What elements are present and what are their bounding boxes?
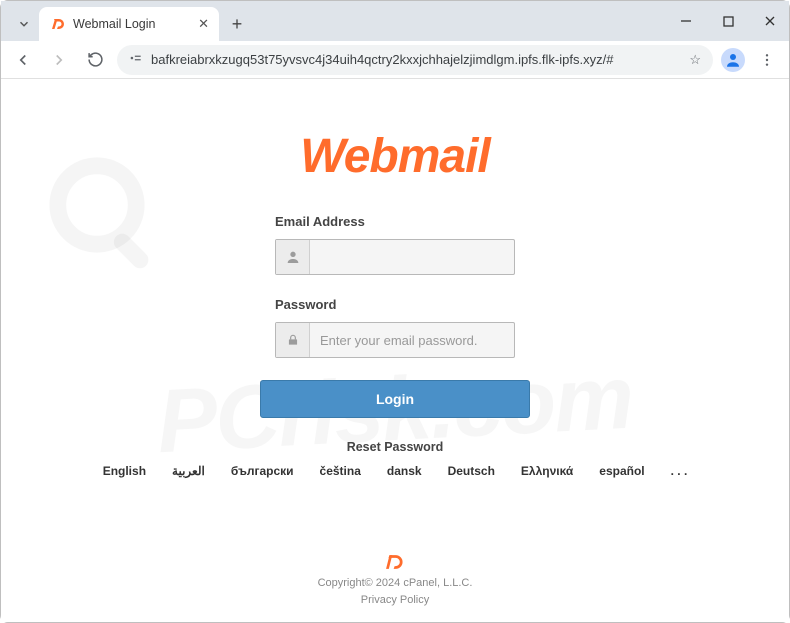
lang-more[interactable]: . . . [671, 464, 688, 478]
browser-window: Webmail Login ✕ + bafkreiabrxkzugq53t75y… [0, 0, 790, 623]
window-controls [673, 1, 783, 41]
lang-bg[interactable]: български [231, 464, 294, 478]
password-label: Password [275, 297, 515, 312]
tab-search-button[interactable] [9, 7, 39, 41]
copyright-text: Copyright© 2024 cPanel, L.L.C. [1, 575, 789, 592]
lang-es[interactable]: español [599, 464, 644, 478]
language-selector: English العربية български čeština dansk … [103, 464, 688, 478]
lock-icon [276, 323, 310, 357]
login-form: Email Address Password Login [275, 214, 515, 418]
tab-title: Webmail Login [73, 17, 155, 31]
page-footer: Copyright© 2024 cPanel, L.L.C. Privacy P… [1, 553, 789, 608]
site-info-icon[interactable] [129, 51, 143, 68]
close-window-button[interactable] [757, 8, 783, 34]
lang-en[interactable]: English [103, 464, 146, 478]
login-page: Webmail Email Address Password Login Res… [1, 79, 789, 478]
browser-tab[interactable]: Webmail Login ✕ [39, 7, 219, 41]
password-input[interactable] [310, 323, 514, 357]
email-label: Email Address [275, 214, 515, 229]
webmail-logo: Webmail [300, 129, 490, 184]
lang-de[interactable]: Deutsch [448, 464, 495, 478]
email-input-wrap [275, 239, 515, 275]
page-viewport: PCrisk.com Webmail Email Address Passwor… [1, 79, 789, 622]
lang-el[interactable]: Ελληνικά [521, 464, 573, 478]
reset-password-link[interactable]: Reset Password [347, 440, 444, 454]
address-bar[interactable]: bafkreiabrxkzugq53t75yvsvc4j34uih4qctry2… [117, 45, 713, 75]
privacy-policy-link[interactable]: Privacy Policy [361, 594, 429, 606]
password-input-wrap [275, 322, 515, 358]
back-button[interactable] [9, 46, 37, 74]
cpanel-favicon-icon [49, 16, 65, 32]
chrome-menu-button[interactable] [753, 46, 781, 74]
maximize-button[interactable] [715, 8, 741, 34]
cpanel-icon [384, 553, 406, 571]
tab-bar: Webmail Login ✕ + [1, 1, 789, 41]
lang-ar[interactable]: العربية [172, 464, 205, 478]
email-input[interactable] [310, 240, 514, 274]
browser-toolbar: bafkreiabrxkzugq53t75yvsvc4j34uih4qctry2… [1, 41, 789, 79]
bookmark-star-icon[interactable]: ☆ [689, 52, 701, 68]
url-text: bafkreiabrxkzugq53t75yvsvc4j34uih4qctry2… [151, 52, 681, 67]
user-icon [276, 240, 310, 274]
lang-cs[interactable]: čeština [320, 464, 361, 478]
forward-button[interactable] [45, 46, 73, 74]
login-button[interactable]: Login [260, 380, 530, 418]
lang-da[interactable]: dansk [387, 464, 422, 478]
minimize-button[interactable] [673, 8, 699, 34]
cpanel-logo [1, 553, 789, 571]
new-tab-button[interactable]: + [223, 10, 251, 38]
profile-avatar[interactable] [721, 48, 745, 72]
tab-close-button[interactable]: ✕ [198, 16, 209, 32]
reload-button[interactable] [81, 46, 109, 74]
